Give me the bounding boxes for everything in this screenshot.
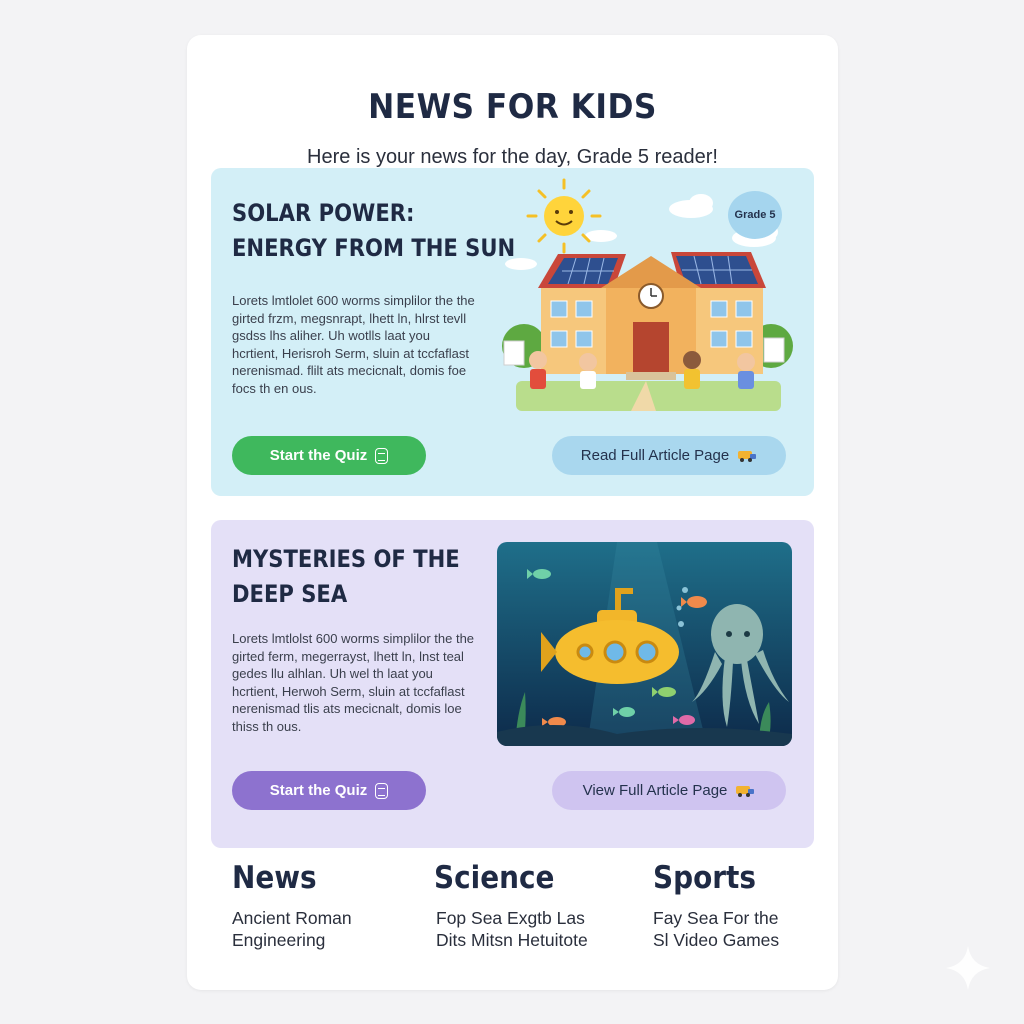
article-headline-line2: ENERGY FROM THE SUN (232, 234, 516, 262)
sparkle-icon (946, 946, 990, 990)
start-quiz-label: Start the Quiz (269, 447, 368, 464)
start-quiz-button[interactable]: Start the Quiz (232, 771, 426, 810)
page-subtitle: Here is your news for the day, Grade 5 r… (307, 146, 718, 168)
article-summary: Lorets lmtlolet 600 worms simplilor the … (232, 293, 475, 396)
article-headline-line2: DEEP SEA (232, 580, 348, 608)
article-headline-line1: SOLAR POWER: (232, 199, 415, 227)
grade-badge: Grade 5 (728, 191, 782, 239)
article-card-deep-sea: MYSTERIES OF THE DEEP SEA Lorets lmtlols… (211, 520, 814, 848)
quiz-icon (375, 782, 389, 799)
page-title: NEWS FOR KIDS (368, 87, 657, 127)
category-story-line2: Dits Mitsn Hetuitote (436, 930, 588, 950)
category-story-news[interactable]: Ancient Roman Engineering (232, 907, 412, 951)
category-story-line1: Fay Sea For the (653, 908, 779, 928)
category-heading-sports[interactable]: Sports (653, 860, 756, 896)
article-card-solar: SOLAR POWER: ENERGY FROM THE SUN Lorets … (211, 168, 814, 496)
read-article-label: Read Full Article Page (580, 447, 730, 464)
start-quiz-button[interactable]: Start the Quiz (232, 436, 426, 475)
view-article-button[interactable]: View Full Article Page (552, 771, 786, 810)
sun-icon (526, 178, 602, 254)
read-article-button[interactable]: Read Full Article Page (552, 436, 786, 475)
category-story-line2: Engineering (232, 930, 326, 950)
start-quiz-label: Start the Quiz (269, 782, 368, 799)
category-story-science[interactable]: Fop Sea Exgtb Las Dits Mitsn Hetuitote (436, 907, 616, 951)
category-heading-news[interactable]: News (232, 860, 317, 896)
category-heading-science[interactable]: Science (434, 860, 554, 896)
category-story-line2: Sl Video Games (653, 930, 780, 950)
article-headline-line1: MYSTERIES OF THE (232, 545, 460, 573)
category-story-line1: Fop Sea Exgtb Las (436, 908, 585, 928)
submarine-illustration (497, 542, 792, 746)
bus-icon (738, 450, 757, 462)
category-story-line1: Ancient Roman (232, 908, 352, 928)
article-headline: MYSTERIES OF THE DEEP SEA (232, 542, 460, 612)
category-story-sports[interactable]: Fay Sea For the Sl Video Games (653, 907, 833, 951)
article-headline: SOLAR POWER: ENERGY FROM THE SUN (232, 196, 515, 266)
view-article-label: View Full Article Page (582, 782, 728, 799)
bus-icon (736, 785, 755, 797)
article-summary: Lorets lmtlolst 600 worms simplilor the … (232, 631, 475, 734)
quiz-icon (375, 447, 389, 464)
